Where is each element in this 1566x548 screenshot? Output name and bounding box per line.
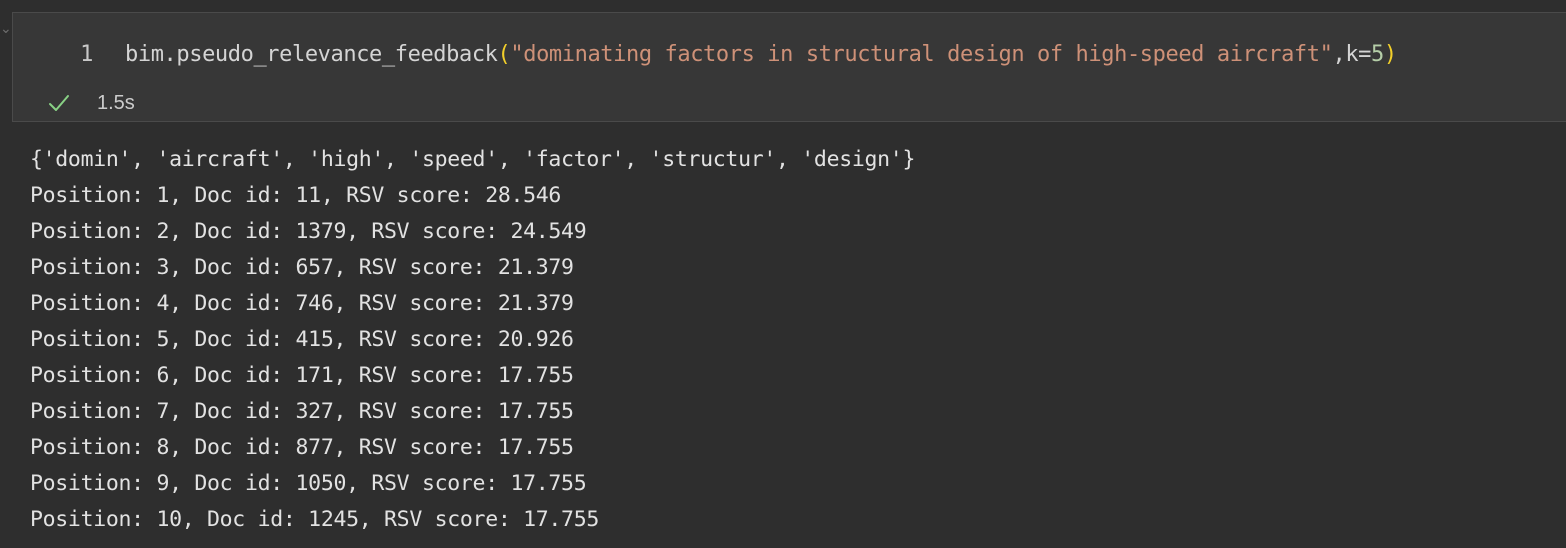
output-result-line: Position: 3, Doc id: 657, RSV score: 21.… <box>30 255 574 280</box>
code-k-value: 5 <box>1371 41 1384 67</box>
execution-time: 1.5s <box>97 91 135 114</box>
cell-output: {'domin', 'aircraft', 'high', 'speed', '… <box>30 142 915 538</box>
code-close-paren: ) <box>1383 41 1397 67</box>
code-function-call: bim.pseudo_relevance_feedback <box>125 41 498 67</box>
output-result-line: Position: 6, Doc id: 171, RSV score: 17.… <box>30 363 574 388</box>
output-result-line: Position: 5, Doc id: 415, RSV score: 20.… <box>30 327 574 352</box>
code-line[interactable]: 1 bim.pseudo_relevance_feedback("dominati… <box>13 39 1397 69</box>
output-result-line: Position: 1, Doc id: 11, RSV score: 28.5… <box>30 183 562 208</box>
output-token-set: {'domin', 'aircraft', 'high', 'speed', '… <box>30 147 916 172</box>
check-icon <box>49 95 69 111</box>
output-result-line: Position: 10, Doc id: 1245, RSV score: 1… <box>30 507 599 532</box>
line-number: 1 <box>80 41 93 67</box>
output-result-line: Position: 7, Doc id: 327, RSV score: 17.… <box>30 399 574 424</box>
output-result-line: Position: 9, Doc id: 1050, RSV score: 17… <box>30 471 587 496</box>
code-cell[interactable]: 1 bim.pseudo_relevance_feedback("dominati… <box>12 12 1566 122</box>
code-k-argument: ,k= <box>1332 41 1372 67</box>
cell-collapse-mark[interactable]: ⌄ <box>0 22 12 36</box>
output-result-line: Position: 4, Doc id: 746, RSV score: 21.… <box>30 291 574 316</box>
output-result-line: Position: 2, Doc id: 1379, RSV score: 24… <box>30 219 587 244</box>
output-result-line: Position: 8, Doc id: 877, RSV score: 17.… <box>30 435 574 460</box>
execution-status: 1.5s <box>47 89 135 117</box>
code-query-string: "dominating factors in structural design… <box>510 41 1333 67</box>
code-open-paren: ( <box>497 41 511 67</box>
